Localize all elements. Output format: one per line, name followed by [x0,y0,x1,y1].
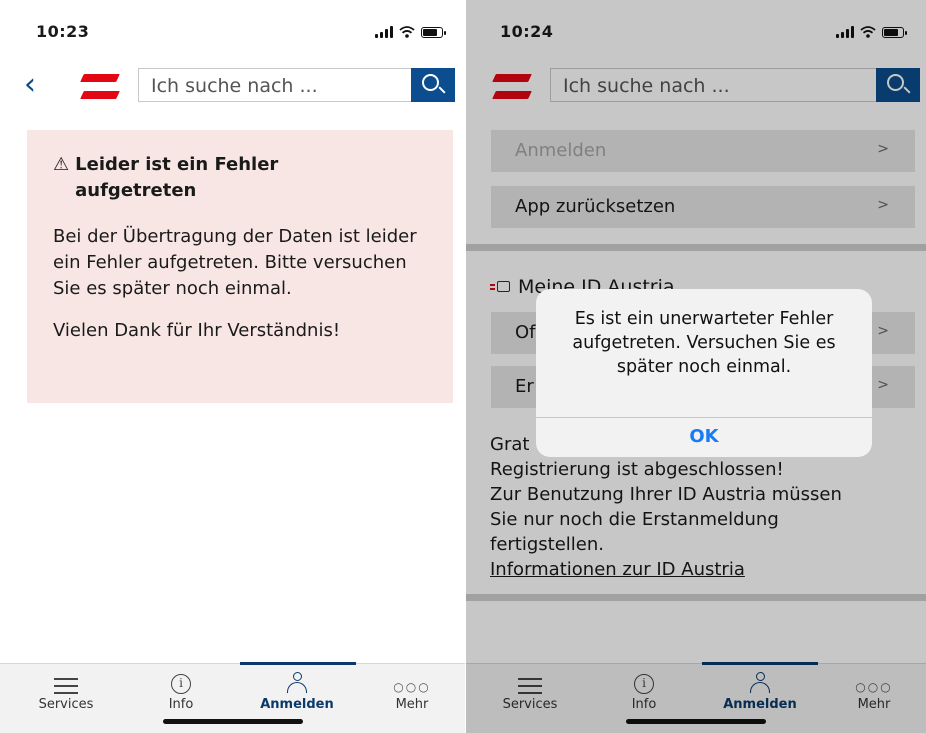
warning-icon: ⚠ [53,154,70,175]
battery-icon [421,26,446,38]
alert-message: Es ist ein unerwarteter Fehler aufgetret… [572,309,836,377]
user-icon [286,672,308,694]
back-arrow-icon[interactable]: ‹ [24,70,36,100]
tab-anmelden[interactable]: Anmelden [247,664,347,712]
services-icon [54,678,78,694]
error-title-line1: Leider ist ein Fehler [75,154,279,175]
error-thanks-text: Vielen Dank für Ihr Verständnis! [53,320,341,341]
tab-info[interactable]: i Info [131,664,231,712]
tab-label-services: Services [38,697,94,712]
app-header: ‹ Ich suche nach ... [0,68,465,108]
search-icon [422,74,439,91]
info-icon: i [171,674,191,694]
search-placeholder: Ich suche nach ... [151,75,318,97]
search-input[interactable]: Ich suche nach ... [138,68,455,102]
error-title-line2: aufgetreten [75,180,197,201]
tab-label-anmelden: Anmelden [260,697,334,712]
more-icon: ○○○ [393,680,431,694]
status-icons [375,26,446,38]
status-time: 10:23 [36,22,90,41]
cellular-signal-icon [375,26,393,38]
home-indicator [162,719,303,724]
tab-mehr[interactable]: ○○○ Mehr [362,664,462,712]
search-button[interactable] [411,68,455,102]
error-message-panel: ⚠ Leider ist ein Fehler aufgetreten Bei … [27,130,453,403]
status-bar: 10:23 [0,22,465,46]
alert-ok-button[interactable]: OK [536,418,872,457]
phone-screen-left: 10:23 ‹ Ich suche nach ... ⚠ Leider ist … [0,0,465,733]
phone-screen-right: 10:24 Ich suche nach ... Anmelden > App … [466,0,926,733]
tab-services[interactable]: Services [16,664,116,712]
error-body-text: Bei der Übertragung der Daten ist leider… [53,226,417,299]
error-title: ⚠ Leider ist ein Fehler aufgetreten [53,152,427,204]
error-alert-dialog: Es ist ein unerwarteter Fehler aufgetret… [536,289,872,457]
tab-label-mehr: Mehr [395,697,429,712]
wifi-icon [399,26,415,38]
tab-label-info: Info [168,697,194,712]
tab-bar: Services i Info Anmelden ○○○ Mehr [0,662,465,733]
austria-logo-icon [80,74,120,100]
